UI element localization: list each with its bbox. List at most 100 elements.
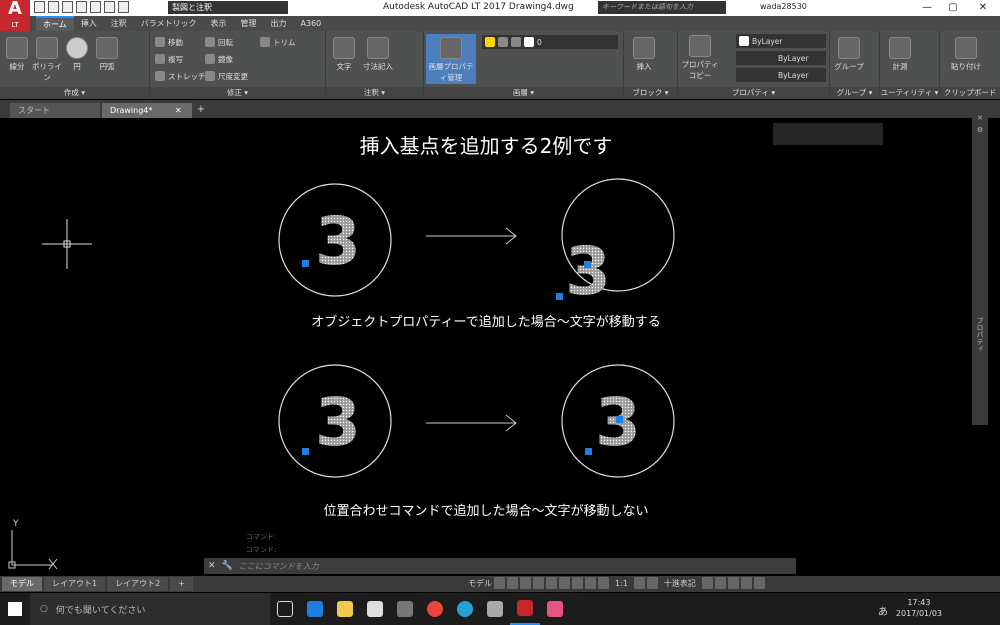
- color-dropdown[interactable]: ByLayer: [736, 34, 826, 48]
- ie-button[interactable]: [450, 593, 480, 625]
- arc-button[interactable]: 円弧: [94, 37, 120, 72]
- clean-screen-icon[interactable]: [740, 577, 752, 589]
- layer-dropdown[interactable]: 0: [482, 35, 618, 49]
- tab-home[interactable]: ホーム: [36, 16, 74, 31]
- tab-drawing4[interactable]: Drawing4* ✕: [102, 103, 192, 118]
- insert-button[interactable]: 挿入: [630, 37, 658, 72]
- annotation-scale[interactable]: 1:1: [615, 579, 628, 588]
- store-button[interactable]: [360, 593, 390, 625]
- save-icon[interactable]: [62, 1, 73, 13]
- units-label[interactable]: 十進表記: [664, 578, 696, 589]
- chrome-button[interactable]: [420, 593, 450, 625]
- text-button[interactable]: 文字: [330, 37, 358, 72]
- properties-palette-bar[interactable]: ✕ ⚙ プロパティ: [972, 110, 988, 425]
- annotation-icon[interactable]: [598, 577, 609, 589]
- group-button[interactable]: グループ: [834, 37, 864, 72]
- drawing-canvas[interactable]: 挿入基点を追加する2例です 3 3 3 3: [0, 118, 972, 576]
- trim-button[interactable]: トリム: [260, 35, 296, 49]
- new-tab-button[interactable]: +: [194, 104, 208, 118]
- lineweight-dropdown[interactable]: ByLayer: [736, 68, 826, 82]
- tab-parametric[interactable]: パラメトリック: [134, 16, 204, 31]
- tab-annotate[interactable]: 注釈: [104, 16, 134, 31]
- app-logo-button[interactable]: A LT: [0, 0, 30, 34]
- workspace-dropdown[interactable]: 製図と注釈: [168, 1, 288, 14]
- print-icon[interactable]: [90, 1, 101, 13]
- panel-label[interactable]: 注釈 ▾: [326, 87, 423, 99]
- measure-button[interactable]: 計測: [886, 37, 914, 72]
- task-view-button[interactable]: [270, 593, 300, 625]
- open-icon[interactable]: [48, 1, 59, 13]
- gear-icon[interactable]: [633, 577, 645, 589]
- paint-button[interactable]: [480, 593, 510, 625]
- tab-output[interactable]: 出力: [264, 16, 294, 31]
- panel-label[interactable]: 画層 ▾: [424, 87, 623, 99]
- autocad-taskbar-button[interactable]: [510, 593, 540, 625]
- media-button[interactable]: [390, 593, 420, 625]
- settings-icon[interactable]: ⚙: [972, 126, 988, 134]
- customize-icon[interactable]: [753, 577, 765, 589]
- match-properties-button[interactable]: プロパティコピー: [680, 35, 720, 81]
- linetype-dropdown[interactable]: ByLayer: [736, 51, 826, 65]
- tab-a360[interactable]: A360: [294, 16, 329, 31]
- osnap-icon[interactable]: [546, 577, 557, 589]
- stretch-button[interactable]: ストレッチ: [155, 69, 206, 83]
- tab-start[interactable]: スタート: [10, 103, 100, 118]
- dimension-button[interactable]: 寸法記入: [360, 37, 396, 72]
- tab-manage[interactable]: 管理: [234, 16, 264, 31]
- mirror-button[interactable]: 鏡像: [205, 52, 233, 66]
- snap-icon[interactable]: [507, 577, 518, 589]
- wrench-icon[interactable]: 🔧: [222, 561, 233, 571]
- tab-layout2[interactable]: レイアウト2: [107, 577, 169, 591]
- hardware-icon[interactable]: [727, 577, 739, 589]
- rotate-button[interactable]: 回転: [205, 35, 233, 49]
- quick-properties-icon[interactable]: [701, 577, 713, 589]
- edge-button[interactable]: [300, 593, 330, 625]
- close-tab-icon[interactable]: ✕: [175, 106, 182, 115]
- panel-label[interactable]: ユーティリティ ▾: [880, 87, 939, 99]
- panel-label[interactable]: グループ ▾: [830, 87, 879, 99]
- layer-properties-button[interactable]: 画層プロパティ管理: [426, 34, 476, 84]
- command-input[interactable]: ここにコマンドを入力: [239, 561, 319, 572]
- add-layout-button[interactable]: +: [170, 577, 193, 591]
- user-account[interactable]: wada28530: [760, 2, 807, 11]
- panel-label[interactable]: ブロック ▾: [624, 87, 677, 99]
- model-space-label[interactable]: モデル: [468, 578, 492, 589]
- help-search-input[interactable]: キーワードまたは語句を入力: [598, 1, 726, 14]
- panel-label[interactable]: プロパティ ▾: [678, 87, 829, 99]
- otrack-icon[interactable]: [559, 577, 570, 589]
- redo-icon[interactable]: [118, 1, 129, 13]
- copy-button[interactable]: 複写: [155, 52, 183, 66]
- move-button[interactable]: 移動: [155, 35, 183, 49]
- ime-indicator[interactable]: あ: [878, 603, 888, 618]
- hpb-button[interactable]: [540, 593, 570, 625]
- close-icon[interactable]: ✕: [208, 561, 216, 571]
- selection-cycling-icon[interactable]: [585, 577, 596, 589]
- ortho-icon[interactable]: [520, 577, 531, 589]
- plus-icon[interactable]: [646, 577, 658, 589]
- grid-icon[interactable]: [494, 577, 505, 589]
- maximize-button[interactable]: ▢: [938, 0, 968, 16]
- tab-insert[interactable]: 挿入: [74, 16, 104, 31]
- windows-start-button[interactable]: [0, 593, 30, 625]
- cortana-search[interactable]: ○ 何でも聞いてください: [30, 593, 270, 625]
- circle-button[interactable]: 円: [66, 37, 88, 72]
- lineweight-icon[interactable]: [572, 577, 583, 589]
- taskbar-clock[interactable]: 17:43 2017/01/03: [896, 597, 942, 619]
- explorer-button[interactable]: [330, 593, 360, 625]
- tab-model[interactable]: モデル: [2, 577, 42, 591]
- undo-icon[interactable]: [104, 1, 115, 13]
- saveas-icon[interactable]: [76, 1, 87, 13]
- line-button[interactable]: 線分: [4, 37, 30, 72]
- scale-button[interactable]: 尺度変更: [205, 69, 248, 83]
- tab-layout1[interactable]: レイアウト1: [44, 577, 106, 591]
- close-icon[interactable]: ✕: [972, 114, 988, 122]
- isolate-icon[interactable]: [714, 577, 726, 589]
- tab-view[interactable]: 表示: [204, 16, 234, 31]
- panel-label[interactable]: 修正 ▾: [150, 87, 325, 99]
- polyline-button[interactable]: ポリライン: [30, 37, 64, 83]
- panel-label[interactable]: クリップボード: [940, 87, 1000, 99]
- close-button[interactable]: ✕: [968, 0, 998, 16]
- new-icon[interactable]: [34, 1, 45, 13]
- polar-icon[interactable]: [533, 577, 544, 589]
- paste-button[interactable]: 貼り付け: [946, 37, 986, 72]
